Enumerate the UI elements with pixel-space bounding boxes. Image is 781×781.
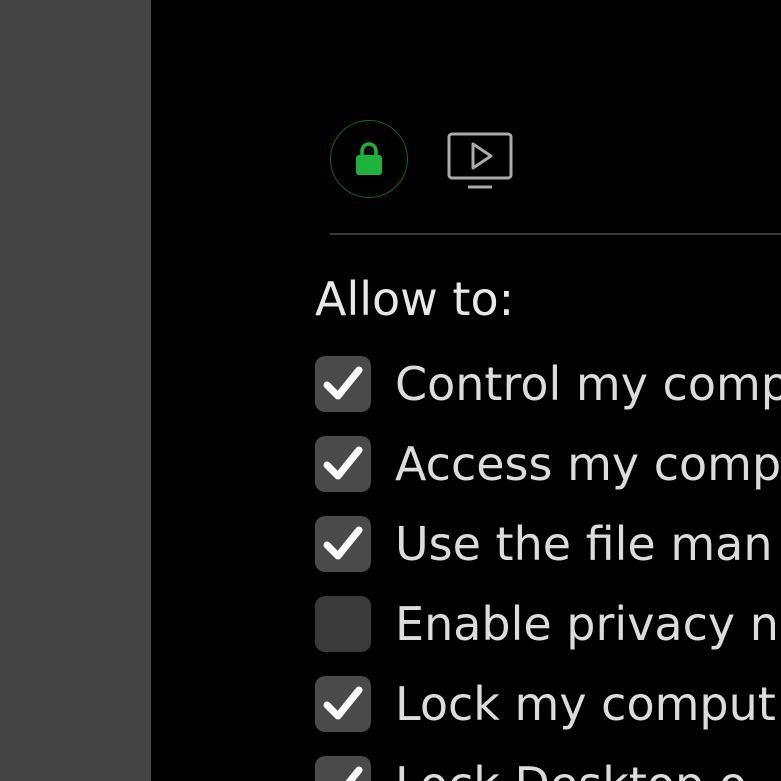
- sidebar: [0, 0, 151, 781]
- checkmark-icon: [345, 766, 363, 781]
- checkbox-access-computer[interactable]: [315, 436, 371, 492]
- checkmark-icon: [323, 366, 363, 400]
- app-window: Allow to: Control my comp Access my comp…: [0, 0, 781, 781]
- checkbox-lock-computer[interactable]: [315, 676, 371, 732]
- option-label: Access my comp: [395, 437, 781, 491]
- option-label: Control my comp: [395, 357, 781, 411]
- screen-share-button[interactable]: [446, 130, 514, 192]
- option-label: Lock my comput: [395, 677, 776, 731]
- main-panel: Allow to: Control my comp Access my comp…: [151, 0, 781, 781]
- option-label: Lock Desktop o: [395, 759, 747, 781]
- checkmark-icon: [323, 686, 363, 720]
- checkbox-lock-desktop[interactable]: [315, 756, 371, 781]
- option-label: Enable privacy n: [395, 597, 779, 651]
- option-label: Use the file man: [395, 517, 773, 571]
- lock-icon: [356, 142, 382, 175]
- allow-to-heading: Allow to:: [315, 272, 515, 326]
- checkbox-privacy-mode[interactable]: [315, 596, 371, 652]
- screen-play-icon: [447, 132, 513, 189]
- checkmark-icon: [323, 446, 363, 480]
- checkbox-control-computer[interactable]: [315, 356, 371, 412]
- toolbar-divider: [330, 233, 781, 235]
- checkbox-file-manager[interactable]: [315, 516, 371, 572]
- lock-button[interactable]: [330, 120, 408, 198]
- checkmark-icon: [323, 526, 363, 560]
